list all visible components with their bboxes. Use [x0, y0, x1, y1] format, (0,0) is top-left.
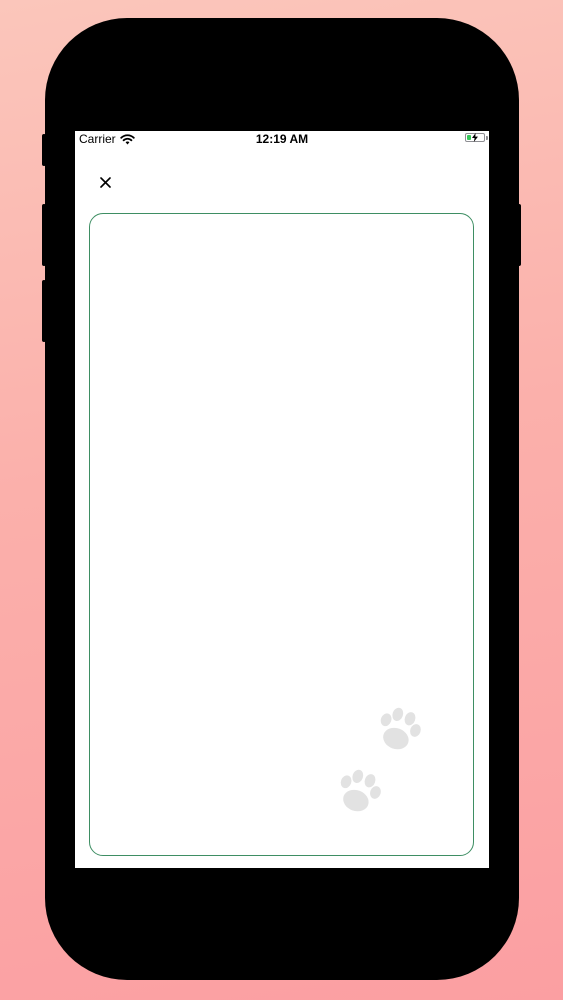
paw-print-icon — [340, 769, 381, 812]
battery-charging-icon — [465, 133, 485, 142]
phone-screen: Carrier 12:19 AM — [75, 131, 489, 868]
power-button — [517, 204, 521, 266]
status-time: 12:19 AM — [255, 132, 309, 146]
battery-tip — [486, 136, 488, 140]
close-icon — [99, 176, 111, 188]
paw-print-icon — [380, 707, 421, 750]
volume-down-button — [42, 280, 46, 342]
volume-up-button — [42, 204, 46, 266]
content-card — [89, 213, 474, 856]
close-button[interactable] — [94, 171, 116, 193]
status-bar: Carrier 12:19 AM — [75, 131, 489, 146]
mute-switch — [42, 134, 46, 166]
charging-bolt-icon — [472, 133, 478, 142]
